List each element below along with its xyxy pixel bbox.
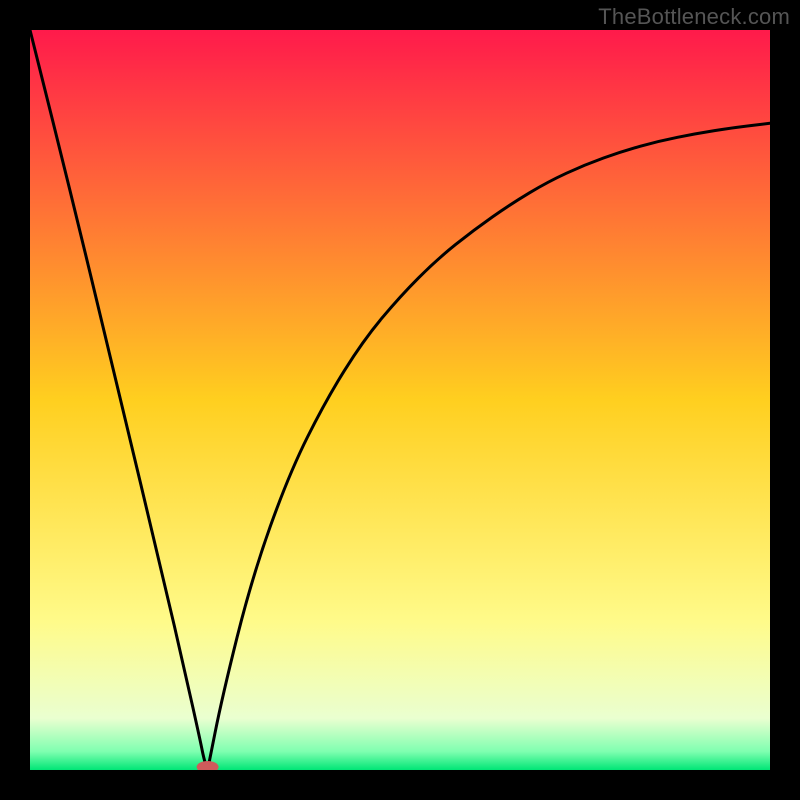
bottleneck-plot — [30, 30, 770, 770]
chart-frame: TheBottleneck.com — [0, 0, 800, 800]
watermark-text: TheBottleneck.com — [598, 4, 790, 30]
